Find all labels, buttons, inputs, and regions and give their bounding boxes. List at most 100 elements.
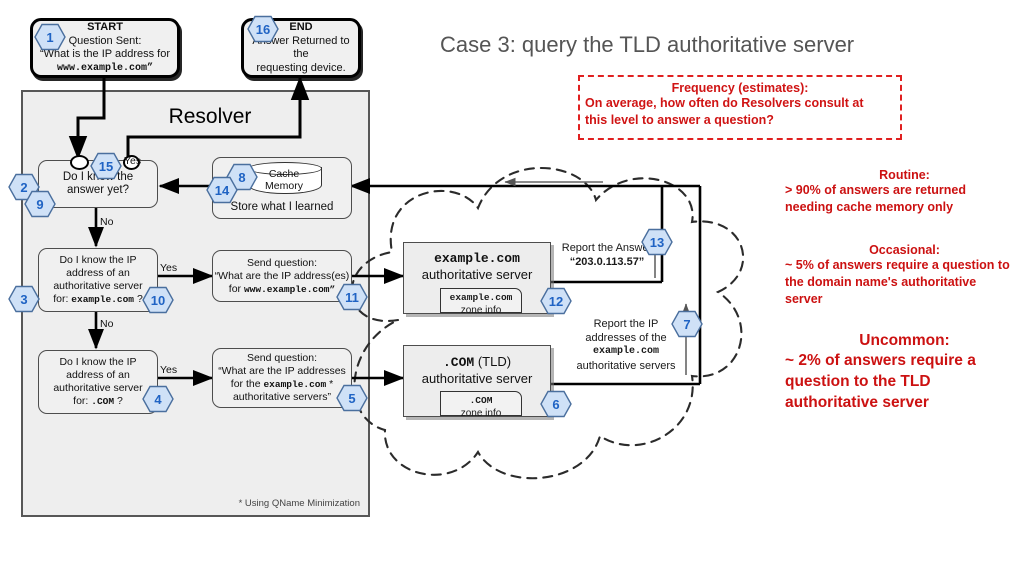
occasional-heading: Occasional: (869, 243, 940, 257)
badge-10: 10 (142, 286, 174, 314)
decision-know-ip-com: Do I know the IP address of an authorita… (38, 350, 158, 414)
badge-16-label: 16 (255, 21, 271, 37)
routine-heading: Routine: (879, 168, 930, 182)
end-heading: END (289, 21, 313, 33)
cache-db-line2: Memory (265, 180, 303, 192)
report-ip-line2: addresses of the (585, 332, 667, 344)
stat-occasional: Occasional: ~ 5% of answers require a qu… (785, 243, 1024, 308)
badge-5: 5 (336, 384, 368, 412)
sqc-line2: “What are the IP addresses (218, 365, 346, 377)
uncommon-heading: Uncommon: (859, 332, 950, 349)
kic-line4-plain: for: (73, 395, 89, 407)
sqe-line3-plain: for (228, 282, 242, 295)
kie-line2: address of an (66, 267, 130, 279)
com-zone-line1: .COM (469, 395, 493, 406)
stat-routine: Routine: > 90% of answers are returned n… (785, 168, 1024, 216)
report-ip-line3: example.com (592, 346, 659, 357)
stat-uncommon: Uncommon: ~ 2% of answers require a ques… (785, 332, 1024, 413)
routine-line1: > 90% of answers are returned (785, 183, 966, 197)
sqc-line3-plain: for the (230, 378, 261, 390)
com-zone-line2: zone info (460, 407, 502, 419)
kic-line3: authoritative server (53, 382, 143, 394)
kie-line3: authoritative server (53, 280, 143, 292)
kic-line4-mono: .COM (91, 396, 115, 407)
occasional-line3: server (785, 292, 823, 306)
badge-14-label: 14 (214, 182, 230, 198)
start-line1: Question Sent: (68, 34, 142, 47)
page-title: Case 3: query the TLD authoritative serv… (440, 32, 855, 57)
example-zone-line1: example.com (449, 292, 513, 303)
badge-9: 9 (24, 190, 56, 218)
badge-4: 4 (142, 385, 174, 413)
report-answer-line2: “203.0.113.57” (569, 256, 645, 268)
badge-3-label: 3 (20, 291, 28, 307)
send-question-com: Send question: “What are the IP addresse… (212, 348, 352, 408)
example-zone-line2: zone info (460, 304, 502, 316)
connector-dot-left (70, 155, 89, 170)
uncommon-line1: ~ 2% of answers require a (785, 352, 976, 369)
label-no-example: No (100, 318, 114, 330)
sqe-line1: Send question: (246, 256, 318, 269)
routine-line2: needing cache memory only (785, 200, 954, 214)
example-server-name: example.com (434, 251, 520, 266)
sqc-line4: authoritative servers” (232, 391, 332, 403)
badge-16: 16 (247, 15, 279, 43)
example-server-subtitle: authoritative server (421, 267, 533, 282)
badge-15-label: 15 (98, 158, 114, 174)
badge-1: 1 (34, 23, 66, 51)
badge-3: 3 (8, 285, 40, 313)
com-server-name: .COM (442, 355, 475, 370)
frequency-estimates-box: Frequency (estimates): On average, how o… (578, 75, 902, 140)
occasional-line2: the domain name's authoritative (785, 275, 977, 289)
know-answer-line2: answer yet? (66, 184, 129, 196)
badge-9-label: 9 (36, 196, 44, 212)
label-no-answer: No (100, 216, 114, 228)
report-ip-line1: Report the IP (593, 318, 659, 330)
end-line2: requesting device. (256, 61, 346, 74)
com-server-name-tail: (TLD) (477, 354, 512, 369)
kic-line4-tail: ? (116, 395, 123, 407)
badge-13-label: 13 (649, 234, 665, 250)
cache-caption: Store what I learned (230, 200, 334, 213)
decision-know-ip-example: Do I know the IP address of an authorita… (38, 248, 158, 312)
com-tld-authoritative-server: .COM (TLD) authoritative server .COM zon… (403, 345, 551, 419)
sqe-line2: “What are the IP address(es) (214, 269, 350, 282)
badge-1-label: 1 (46, 29, 54, 45)
example-com-authoritative-server: example.com authoritative server example… (403, 242, 551, 316)
badge-6-label: 6 (552, 396, 560, 412)
badge-6: 6 (540, 390, 572, 418)
badge-11-label: 11 (345, 289, 359, 305)
database-cylinder-icon: Cache Memory (248, 162, 322, 196)
frequency-line2: this level to answer a question? (585, 113, 774, 127)
badge-13: 13 (641, 228, 673, 256)
start-heading: START (87, 21, 123, 33)
sqc-line3-tail: * (329, 378, 334, 390)
report-ip-label: Report the IP addresses of the example.c… (566, 317, 686, 373)
badge-12-label: 12 (548, 293, 564, 309)
uncommon-line2: question to the TLD (785, 373, 931, 390)
resolver-title: Resolver (168, 105, 252, 128)
badge-14: 14 (206, 176, 238, 204)
label-yes-example: Yes (160, 262, 178, 274)
badge-12: 12 (540, 287, 572, 315)
badge-10-label: 10 (150, 292, 166, 308)
frequency-title: Frequency (estimates): (671, 81, 809, 95)
label-yes-answer: Yes (124, 155, 142, 167)
kie-line1: Do I know the IP (59, 254, 137, 266)
badge-4-label: 4 (154, 391, 162, 407)
badge-7: 7 (671, 310, 703, 338)
kie-line4-mono: example.com (71, 294, 135, 305)
kie-line4-plain: for: (53, 293, 69, 305)
occasional-line1: ~ 5% of answers require a question to (785, 258, 1010, 272)
kic-line1: Do I know the IP (59, 356, 137, 368)
com-server-name-row: .COM (TLD) (404, 354, 550, 371)
badge-7-label: 7 (683, 316, 691, 332)
kic-line2: address of an (66, 369, 130, 381)
uncommon-line3: authoritative server (785, 394, 929, 411)
sqe-line3-mono: www.example.com” (243, 283, 336, 295)
frequency-line1: On average, how often do Resolvers consu… (585, 96, 864, 110)
com-zone-info: .COM zone info (440, 391, 522, 419)
cache-db-line1: Cache (268, 168, 300, 180)
start-line3: www.example.com” (56, 62, 153, 74)
report-ip-line4: authoritative servers (576, 360, 676, 372)
